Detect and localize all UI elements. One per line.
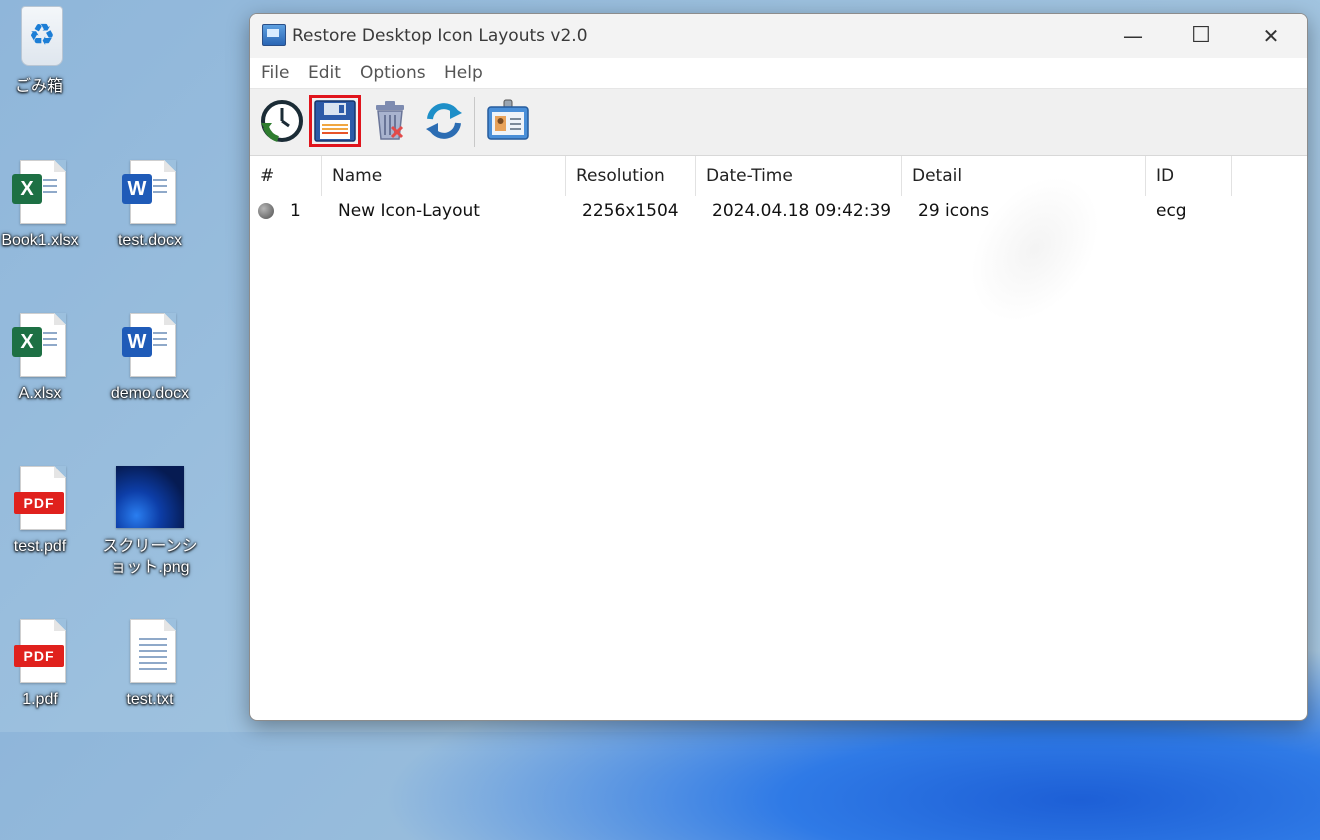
pdf-icon: PDF: [14, 492, 64, 514]
desktop-icon-label: test.txt: [126, 691, 174, 708]
save-layout-button[interactable]: [309, 95, 361, 147]
menu-help[interactable]: Help: [444, 63, 483, 83]
desktop-icon-test-txt[interactable]: test.txt: [100, 619, 200, 710]
desktop-icon-a-xlsx[interactable]: X A.xlsx: [0, 313, 90, 404]
desktop-icon-label: スクリーンショット.png: [102, 538, 198, 576]
restore-clock-icon: [261, 100, 303, 142]
row-id: ecg: [1156, 201, 1187, 221]
menu-edit[interactable]: Edit: [308, 63, 341, 83]
excel-icon: X: [12, 174, 42, 204]
column-header-resolution[interactable]: Resolution: [566, 156, 696, 196]
refresh-button[interactable]: [420, 97, 468, 145]
list-header: # Name Resolution Date-Time Detail ID: [250, 156, 1307, 197]
desktop-icon-book1-xlsx[interactable]: X Book1.xlsx: [0, 160, 90, 251]
refresh-icon: [426, 103, 462, 139]
desktop-icon-label: ごみ箱: [14, 78, 63, 95]
app-icon: [262, 24, 286, 46]
menu-options[interactable]: Options: [360, 63, 426, 83]
toolbar-separator: [474, 97, 475, 147]
pdf-icon: PDF: [14, 645, 64, 667]
delete-layout-button[interactable]: [366, 97, 414, 145]
desktop-icon-label: test.pdf: [13, 538, 67, 555]
word-icon: W: [122, 327, 152, 357]
desktop-icon-recycle-bin[interactable]: ♻ ごみ箱: [0, 6, 89, 97]
desktop-icon-1-pdf[interactable]: PDF 1.pdf: [0, 619, 90, 710]
row-detail: 29 icons: [918, 201, 990, 221]
column-header-id[interactable]: ID: [1146, 156, 1232, 196]
word-icon: W: [122, 174, 152, 204]
excel-icon: X: [12, 327, 42, 357]
delete-trash-icon: [376, 101, 404, 140]
row-name: New Icon-Layout: [338, 201, 480, 221]
info-button[interactable]: [484, 97, 532, 145]
table-row[interactable]: 1 New Icon-Layout 2256x1504 2024.04.18 0…: [250, 197, 1307, 227]
column-header-name[interactable]: Name: [322, 156, 566, 196]
desktop-icon-test-docx[interactable]: W test.docx: [100, 160, 200, 251]
recycle-bin-icon: ♻: [21, 6, 63, 66]
column-header-number[interactable]: #: [250, 156, 322, 196]
menu-file[interactable]: File: [261, 63, 289, 83]
restore-layout-button[interactable]: [258, 97, 306, 145]
desktop-icon-label: Book1.xlsx: [1, 232, 79, 249]
desktop-icon-label: A.xlsx: [18, 385, 62, 402]
window-title: Restore Desktop Icon Layouts v2.0: [292, 26, 588, 46]
desktop-icon-demo-docx[interactable]: W demo.docx: [100, 313, 200, 404]
app-window: Restore Desktop Icon Layouts v2.0 — ☐ ✕ …: [249, 13, 1308, 721]
status-dot-icon: [258, 203, 274, 219]
desktop-icon-label: 1.pdf: [22, 691, 58, 708]
close-button[interactable]: ✕: [1236, 14, 1306, 58]
maximize-button[interactable]: ☐: [1166, 14, 1236, 58]
desktop-icon-screenshot-png[interactable]: スクリーンショット.png: [100, 466, 200, 578]
image-thumbnail-icon: [116, 466, 184, 528]
row-number: 1: [290, 201, 301, 221]
desktop-icon-label: demo.docx: [110, 385, 190, 402]
title-bar[interactable]: Restore Desktop Icon Layouts v2.0 — ☐ ✕: [250, 14, 1307, 58]
minimize-button[interactable]: —: [1098, 14, 1168, 58]
id-card-icon: [487, 99, 529, 140]
column-header-date-time[interactable]: Date-Time: [696, 156, 902, 196]
desktop-icon-label: test.docx: [117, 232, 183, 249]
menu-bar: File Edit Options Help: [250, 58, 1307, 88]
desktop-icon-test-pdf[interactable]: PDF test.pdf: [0, 466, 90, 557]
save-floppy-icon: [314, 100, 356, 142]
toolbar: [250, 88, 1307, 156]
row-resolution: 2256x1504: [582, 201, 679, 221]
row-date-time: 2024.04.18 09:42:39: [712, 201, 892, 221]
